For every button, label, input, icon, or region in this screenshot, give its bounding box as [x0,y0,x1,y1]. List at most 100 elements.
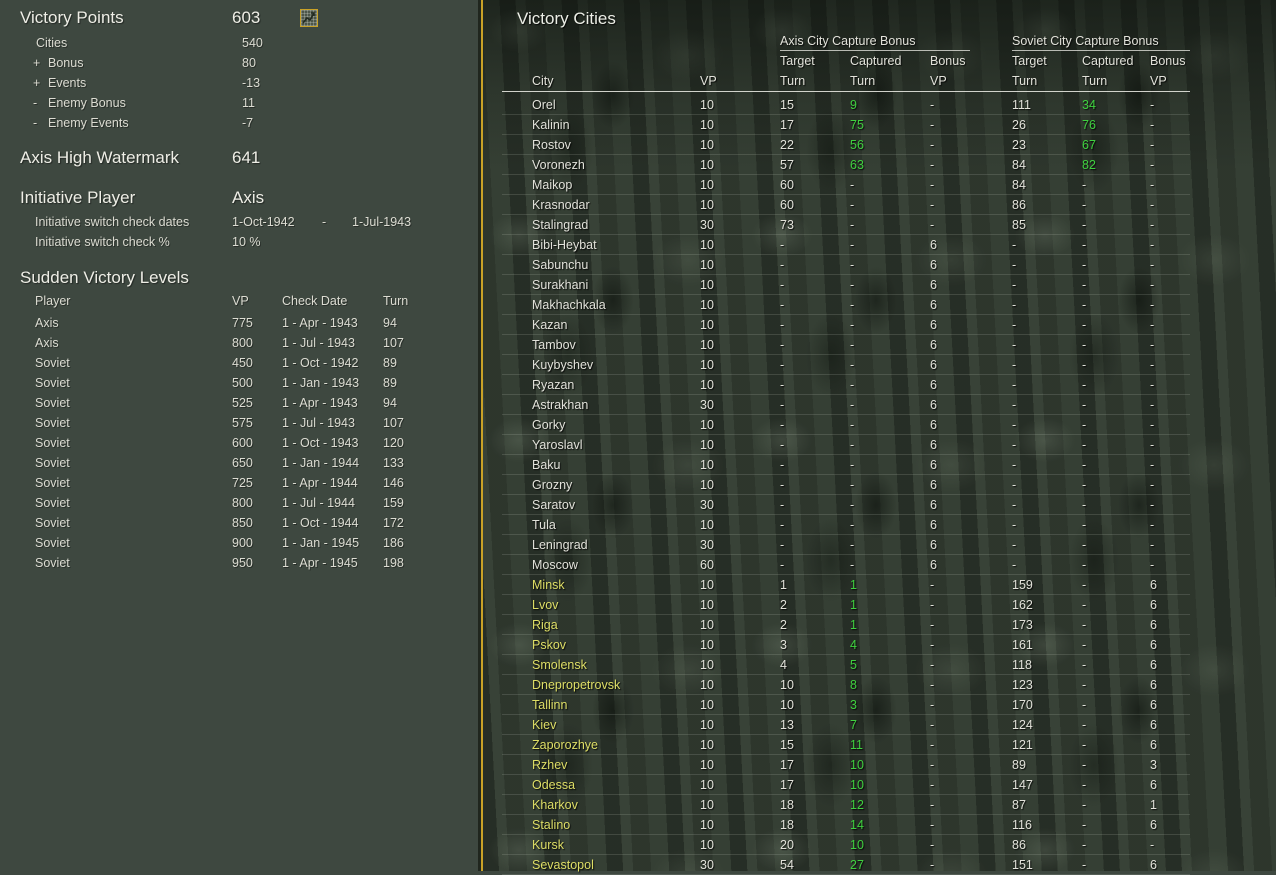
vp-breakdown-label: Enemy Bonus [48,96,126,110]
axis-bonus-vp-cell: 6 [930,238,937,252]
soviet-target-turn-cell: - [1012,278,1017,292]
axis-target-turn-cell: 22 [780,138,794,152]
city-vp-cell: 60 [700,558,714,572]
soviet-captured-turn-cell: 67 [1082,138,1096,152]
victory-city-row: Moscow 60 - - 6 - - - [483,555,1276,575]
sv-turn-cell: 146 [383,476,404,490]
victory-summary-panel: Victory Points 603 Cities 540 + Bonus 80 [0,0,478,871]
sv-player-cell: Soviet [35,376,70,390]
axis-bonus-vp-cell: 6 [930,258,937,272]
soviet-bonus-vp-cell: 6 [1150,778,1157,792]
sv-turn-cell: 120 [383,436,404,450]
sv-turn-cell: 94 [383,316,397,330]
sudden-victory-row: Soviet 850 1 - Oct - 1944 172 [0,513,478,533]
victory-city-row: Kazan 10 - - 6 - - - [483,315,1276,335]
soviet-bonus-vp-cell: 6 [1150,638,1157,652]
sv-player-cell: Soviet [35,416,70,430]
city-cell: Kazan [532,318,568,332]
sv-date-cell: 1 - Jul - 1943 [282,336,355,350]
sv-player-cell: Axis [35,316,59,330]
sv-vp-cell: 800 [232,336,253,350]
axis-captured-turn-cell: - [850,498,855,512]
city-vp-cell: 10 [700,658,714,672]
city-vp-cell: 10 [700,578,714,592]
city-vp-cell: 10 [700,278,714,292]
city-vp-cell: 10 [700,618,714,632]
axis-bonus-vp-cell: - [930,158,935,172]
axis-bonus-header: Bonus [930,54,966,68]
sv-vp-cell: 725 [232,476,253,490]
city-cell: Kuybyshev [532,358,594,372]
soviet-bonus-vp-header: VP [1150,74,1167,88]
col-check-date: Check Date [282,294,348,308]
sv-vp-cell: 775 [232,316,253,330]
vp-graph-icon[interactable] [300,9,318,27]
axis-captured-turn-cell: - [850,538,855,552]
sudden-victory-header: Player VP Check Date Turn [0,292,478,310]
soviet-target-turn-header: Turn [1012,74,1038,88]
axis-captured-turn-cell: 3 [850,698,857,712]
sv-player-cell: Soviet [35,396,70,410]
sudden-victory-row: Soviet 525 1 - Apr - 1943 94 [0,393,478,413]
victory-city-row: Voronezh 10 57 63 - 84 82 - [483,155,1276,175]
city-cell: Tallinn [532,698,568,712]
axis-target-turn-cell: 73 [780,218,794,232]
vp-breakdown-value: 11 [242,96,255,110]
soviet-target-turn-cell: 85 [1012,218,1026,232]
initiative-detail-value2: 1-Jul-1943 [352,215,412,229]
axis-bonus-vp-cell: 6 [930,278,937,292]
axis-captured-turn-cell: - [850,178,855,192]
sv-vp-cell: 525 [232,396,253,410]
soviet-captured-turn-cell: - [1082,578,1087,592]
city-cell: Sevastopol [532,858,594,872]
city-cell: Tula [532,518,556,532]
soviet-bonus-vp-cell: 6 [1150,818,1157,832]
vp-breakdown-value: 540 [242,36,263,50]
axis-captured-turn-cell: 10 [850,758,864,772]
soviet-bonus-vp-cell: - [1150,258,1155,272]
axis-bonus-vp-cell: - [930,758,935,772]
soviet-bonus-vp-cell: - [1150,398,1155,412]
victory-city-row: Ryazan 10 - - 6 - - - [483,375,1276,395]
soviet-captured-turn-cell: - [1082,838,1087,852]
city-cell: Baku [532,458,561,472]
city-vp-cell: 10 [700,98,714,112]
soviet-bonus-vp-cell: - [1150,118,1155,132]
axis-bonus-vp-cell: - [930,178,935,192]
axis-bonus-vp-cell: - [930,118,935,132]
city-cell: Tambov [532,338,576,352]
axis-bonus-vp-cell: 6 [930,298,937,312]
initiative-detail-value: 10 % [232,235,261,249]
soviet-captured-turn-cell: 34 [1082,98,1096,112]
soviet-bonus-vp-cell: - [1150,138,1155,152]
victory-city-row: Tambov 10 - - 6 - - - [483,335,1276,355]
axis-target-turn-cell: 18 [780,798,794,812]
soviet-captured-turn-cell: - [1082,258,1087,272]
axis-capture-bonus-group-header: Axis City Capture Bonus [780,34,916,48]
sudden-victory-row: Soviet 900 1 - Jan - 1945 186 [0,533,478,553]
sv-player-cell: Soviet [35,456,70,470]
axis-captured-turn-cell: - [850,458,855,472]
sudden-victory-row: Soviet 500 1 - Jan - 1943 89 [0,373,478,393]
victory-cities-title: Victory Cities [517,9,616,28]
soviet-captured-turn-cell: - [1082,818,1087,832]
city-vp-cell: 10 [700,758,714,772]
axis-captured-turn-cell: - [850,278,855,292]
soviet-target-turn-cell: 89 [1012,758,1026,772]
soviet-group-underline [1012,50,1190,51]
soviet-bonus-vp-cell: - [1150,358,1155,372]
vp-breakdown-label: Bonus [48,56,84,70]
axis-target-turn-cell: - [780,318,785,332]
soviet-target-turn-cell: 159 [1012,578,1033,592]
city-vp-cell: 30 [700,398,714,412]
city-cell: Dnepropetrovsk [532,678,621,692]
axis-captured-turn-cell: 10 [850,778,864,792]
victory-city-row: Tallinn 10 10 3 - 170 - 6 [483,695,1276,715]
soviet-target-turn-cell: - [1012,318,1017,332]
axis-target-turn-cell: 2 [780,598,787,612]
axis-target-turn-cell: 17 [780,778,794,792]
axis-bonus-vp-cell: - [930,778,935,792]
soviet-bonus-vp-cell: 6 [1150,578,1157,592]
axis-captured-turn-cell: 11 [850,738,863,752]
city-vp-cell: 10 [700,238,714,252]
